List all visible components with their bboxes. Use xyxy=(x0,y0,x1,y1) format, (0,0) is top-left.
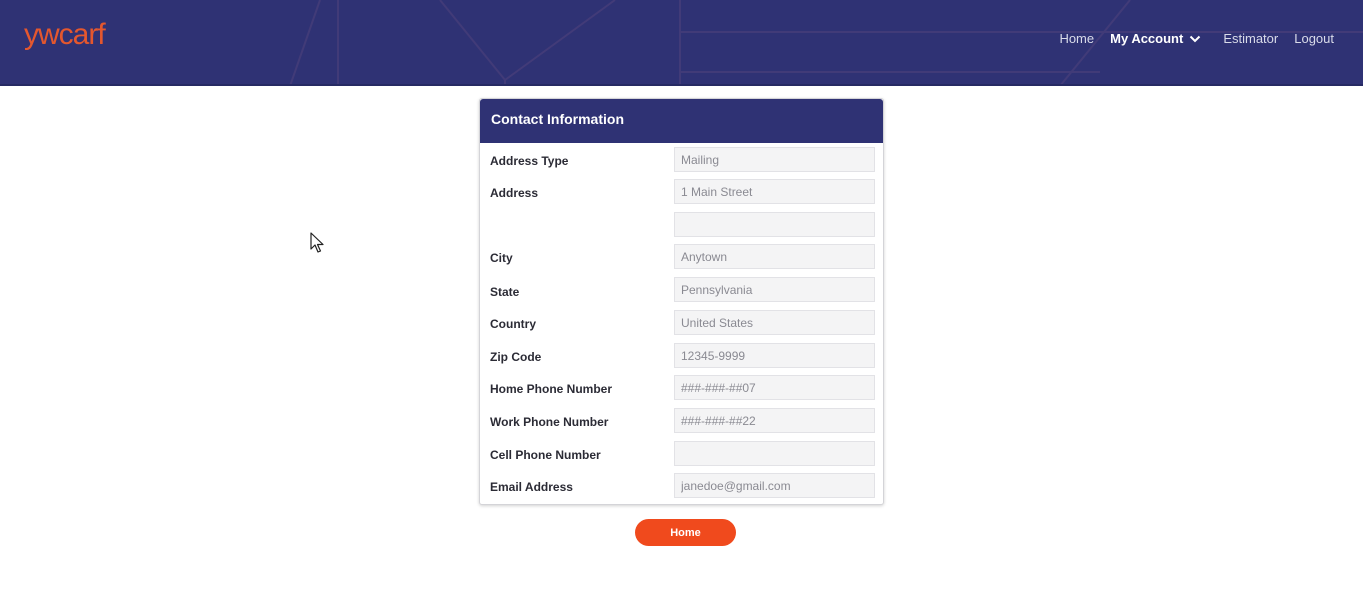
contact-information-card: Contact Information Address Type Address… xyxy=(479,98,884,505)
label-state: State xyxy=(490,285,520,299)
home-phone-field[interactable] xyxy=(674,375,875,400)
chevron-down-icon xyxy=(1190,35,1201,42)
email-address-field[interactable] xyxy=(674,473,875,498)
label-zip-code: Zip Code xyxy=(490,350,542,364)
mouse-pointer-icon xyxy=(310,232,324,253)
nav-home-link[interactable]: Home xyxy=(1059,31,1094,46)
label-work-phone: Work Phone Number xyxy=(490,415,609,429)
label-address-type: Address Type xyxy=(490,154,569,168)
city-field[interactable] xyxy=(674,244,875,269)
address-line1-field[interactable] xyxy=(674,179,875,204)
card-title: Contact Information xyxy=(480,99,883,143)
zip-code-field[interactable] xyxy=(674,343,875,368)
top-nav: Home My Account Estimator Logout xyxy=(1043,31,1334,46)
label-country: Country xyxy=(490,317,536,331)
label-address: Address xyxy=(490,186,539,200)
state-field[interactable] xyxy=(674,277,875,302)
nav-estimator-link[interactable]: Estimator xyxy=(1223,31,1278,46)
address-line2-field[interactable] xyxy=(674,212,875,237)
site-header: ywcarf Home My Account Estimator Logout xyxy=(0,0,1363,86)
label-cell-phone: Cell Phone Number xyxy=(490,448,601,462)
nav-logout-link[interactable]: Logout xyxy=(1294,31,1334,46)
cell-phone-field[interactable] xyxy=(674,441,875,466)
brand-logo[interactable]: ywcarf xyxy=(24,18,106,52)
country-field[interactable] xyxy=(674,310,875,335)
label-city: City xyxy=(490,251,513,265)
nav-my-account-dropdown[interactable]: My Account xyxy=(1110,31,1201,46)
address-type-field[interactable] xyxy=(674,147,875,172)
home-button[interactable]: Home xyxy=(635,519,736,546)
label-email-address: Email Address xyxy=(490,480,573,494)
work-phone-field[interactable] xyxy=(674,408,875,433)
label-home-phone: Home Phone Number xyxy=(490,382,613,396)
nav-my-account-label: My Account xyxy=(1110,31,1184,46)
